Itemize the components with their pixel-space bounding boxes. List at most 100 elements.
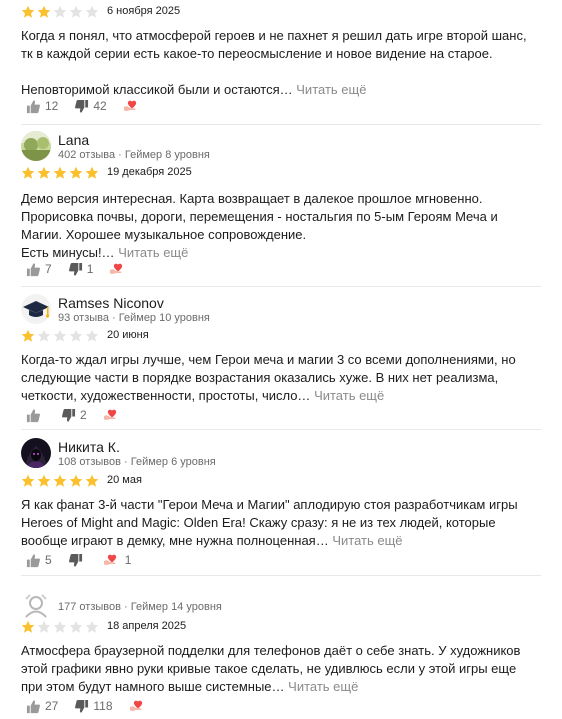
review-author: Ramses Niconov 93 отзыва · Геймер 10 уро… bbox=[21, 294, 441, 324]
reaction-button[interactable] bbox=[129, 699, 151, 713]
graduation-cap-icon bbox=[21, 294, 51, 324]
thumbs-down-icon bbox=[68, 553, 83, 568]
dislike-button[interactable]: 2 bbox=[61, 408, 87, 423]
rating-stars bbox=[21, 620, 99, 634]
review-actions: 27 118 bbox=[26, 698, 167, 714]
review-author: 177 отзывов · Геймер 14 уровня bbox=[21, 591, 441, 621]
thumbs-up-icon bbox=[26, 553, 41, 568]
star-filled-icon bbox=[21, 5, 35, 18]
dislike-button[interactable]: 118 bbox=[74, 699, 113, 714]
star-filled-icon bbox=[37, 474, 51, 487]
author-meta: 402 отзыва · Геймер 8 уровня bbox=[58, 149, 210, 161]
review-actions: 7 1 bbox=[26, 261, 147, 277]
heart-hand-icon bbox=[103, 553, 121, 567]
star-empty-icon bbox=[69, 329, 83, 342]
heart-hand-icon bbox=[129, 699, 147, 713]
read-more-link[interactable]: Читать ещё bbox=[296, 82, 366, 97]
reaction-button[interactable] bbox=[123, 99, 145, 113]
author-meta: 177 отзывов · Геймер 14 уровня bbox=[58, 601, 222, 613]
thumbs-down-icon bbox=[68, 262, 83, 277]
review-paragraph: Когда я понял, что атмосферой героев и н… bbox=[21, 28, 527, 61]
review-author: Lana 402 отзыва · Геймер 8 уровня bbox=[21, 131, 441, 161]
star-filled-icon bbox=[69, 474, 83, 487]
dislike-button[interactable] bbox=[68, 553, 87, 568]
like-count: 5 bbox=[45, 553, 52, 567]
review-card: 6 ноября 2025 Когда я понял, что атмосфе… bbox=[0, 0, 562, 124]
review-text: Когда-то ждал игры лучше, чем Герои меча… bbox=[21, 351, 541, 405]
reviews-feed: 6 ноября 2025 Когда я понял, что атмосфе… bbox=[0, 0, 562, 719]
review-date: 19 декабря 2025 bbox=[107, 166, 192, 178]
star-filled-icon bbox=[21, 474, 35, 487]
review-paragraph: Когда-то ждал игры лучше, чем Герои меча… bbox=[21, 352, 516, 403]
like-button[interactable]: 5 bbox=[26, 553, 52, 568]
star-filled-icon bbox=[85, 166, 99, 179]
read-more-link[interactable]: Читать ещё bbox=[118, 245, 188, 260]
review-card: Никита К. 108 отзывов · Геймер 6 уровня … bbox=[0, 429, 562, 575]
star-filled-icon bbox=[37, 166, 51, 179]
review-actions: 5 1 bbox=[26, 552, 147, 568]
read-more-link[interactable]: Читать ещё bbox=[332, 533, 402, 548]
heart-hand-icon bbox=[109, 262, 127, 276]
thumbs-up-icon bbox=[26, 262, 41, 277]
read-more-link[interactable]: Читать ещё bbox=[288, 679, 358, 694]
reaction-button[interactable] bbox=[103, 408, 125, 422]
author-name[interactable]: Никита К. bbox=[58, 439, 120, 455]
star-filled-icon bbox=[69, 166, 83, 179]
landscape-avatar-icon bbox=[21, 131, 51, 161]
like-count: 12 bbox=[45, 99, 59, 113]
star-filled-icon bbox=[21, 166, 35, 179]
star-empty-icon bbox=[53, 5, 67, 18]
read-more-link[interactable]: Читать ещё bbox=[314, 388, 384, 403]
like-button[interactable]: 7 bbox=[26, 262, 52, 277]
author-meta: 93 отзыва · Геймер 10 уровня bbox=[58, 312, 210, 324]
dislike-button[interactable]: 42 bbox=[74, 99, 107, 114]
star-empty-icon bbox=[53, 329, 67, 342]
review-author: Никита К. 108 отзывов · Геймер 6 уровня bbox=[21, 438, 441, 468]
star-empty-icon bbox=[69, 620, 83, 633]
like-count: 27 bbox=[45, 699, 59, 713]
star-empty-icon bbox=[85, 620, 99, 633]
review-actions: 12 42 bbox=[26, 98, 161, 114]
rating-stars bbox=[21, 5, 99, 19]
review-paragraph: Я как фанат 3-й части "Герои Меча и Маги… bbox=[21, 497, 518, 548]
like-button[interactable] bbox=[26, 408, 45, 423]
review-paragraph: Атмосфера браузерной подделки для телефо… bbox=[21, 643, 521, 694]
avatar[interactable] bbox=[21, 591, 51, 621]
star-filled-icon bbox=[21, 620, 35, 633]
dislike-count: 1 bbox=[86, 262, 94, 276]
avatar[interactable] bbox=[21, 438, 51, 468]
thumbs-down-icon bbox=[61, 408, 76, 423]
star-empty-icon bbox=[85, 329, 99, 342]
star-empty-icon bbox=[37, 620, 51, 633]
author-name[interactable]: Lana bbox=[58, 132, 89, 148]
thumbs-down-icon bbox=[74, 99, 89, 114]
author-name[interactable]: Ramses Niconov bbox=[58, 295, 164, 311]
star-empty-icon bbox=[69, 5, 83, 18]
thumbs-up-icon bbox=[26, 408, 41, 423]
rating-stars bbox=[21, 474, 99, 488]
review-paragraph: Есть минусы!… Читать ещё bbox=[21, 245, 189, 260]
review-text: Демо версия интересная. Карта возвращает… bbox=[21, 190, 541, 262]
thumbs-down-icon bbox=[74, 699, 89, 714]
review-text: Я как фанат 3-й части "Герои Меча и Маги… bbox=[21, 496, 541, 550]
author-meta: 108 отзывов · Геймер 6 уровня bbox=[58, 456, 216, 468]
reaction-button[interactable]: 1 bbox=[103, 553, 131, 567]
heart-hand-icon bbox=[123, 99, 141, 113]
like-count: 7 bbox=[45, 262, 52, 276]
reaction-button[interactable] bbox=[109, 262, 131, 276]
dislike-button[interactable]: 1 bbox=[68, 262, 94, 277]
review-date: 18 апреля 2025 bbox=[107, 620, 187, 632]
review-card: Lana 402 отзыва · Геймер 8 уровня 19 дек… bbox=[0, 124, 562, 286]
avatar[interactable] bbox=[21, 294, 51, 324]
thumbs-up-icon bbox=[26, 99, 41, 114]
like-button[interactable]: 12 bbox=[26, 99, 58, 114]
review-date: 6 ноября 2025 bbox=[107, 5, 181, 17]
star-filled-icon bbox=[53, 474, 67, 487]
default-user-icon bbox=[21, 591, 51, 621]
avatar[interactable] bbox=[21, 131, 51, 161]
star-filled-icon bbox=[37, 5, 51, 18]
hooded-figure-icon bbox=[21, 438, 51, 468]
like-button[interactable]: 27 bbox=[26, 699, 58, 714]
review-paragraph: Неповторимой классикой были и остаются… … bbox=[21, 82, 367, 97]
review-date: 20 мая bbox=[107, 474, 142, 486]
